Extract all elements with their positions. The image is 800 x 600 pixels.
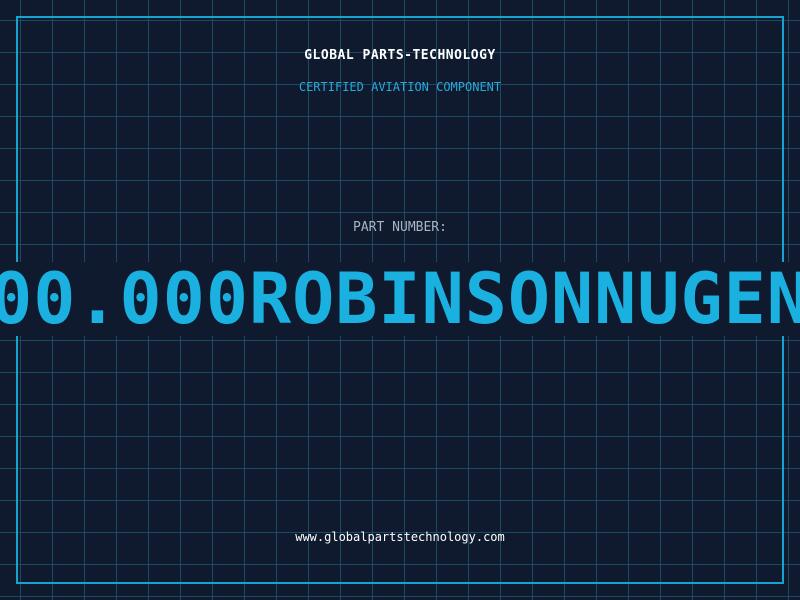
certification-subtitle: CERTIFIED AVIATION COMPONENT — [298, 80, 502, 94]
part-number-label: PART NUMBER: — [353, 220, 447, 235]
company-name: GLOBAL PARTS-TECHNOLOGY — [304, 48, 496, 63]
part-number-value: 000.000ROBINSONNUGENT — [0, 258, 800, 340]
website-url: www.globalpartstechnology.com — [295, 530, 505, 544]
part-number-display: 000.000ROBINSONNUGENT — [0, 258, 800, 340]
label-card: GLOBAL PARTS-TECHNOLOGY CERTIFIED AVIATI… — [0, 0, 800, 600]
